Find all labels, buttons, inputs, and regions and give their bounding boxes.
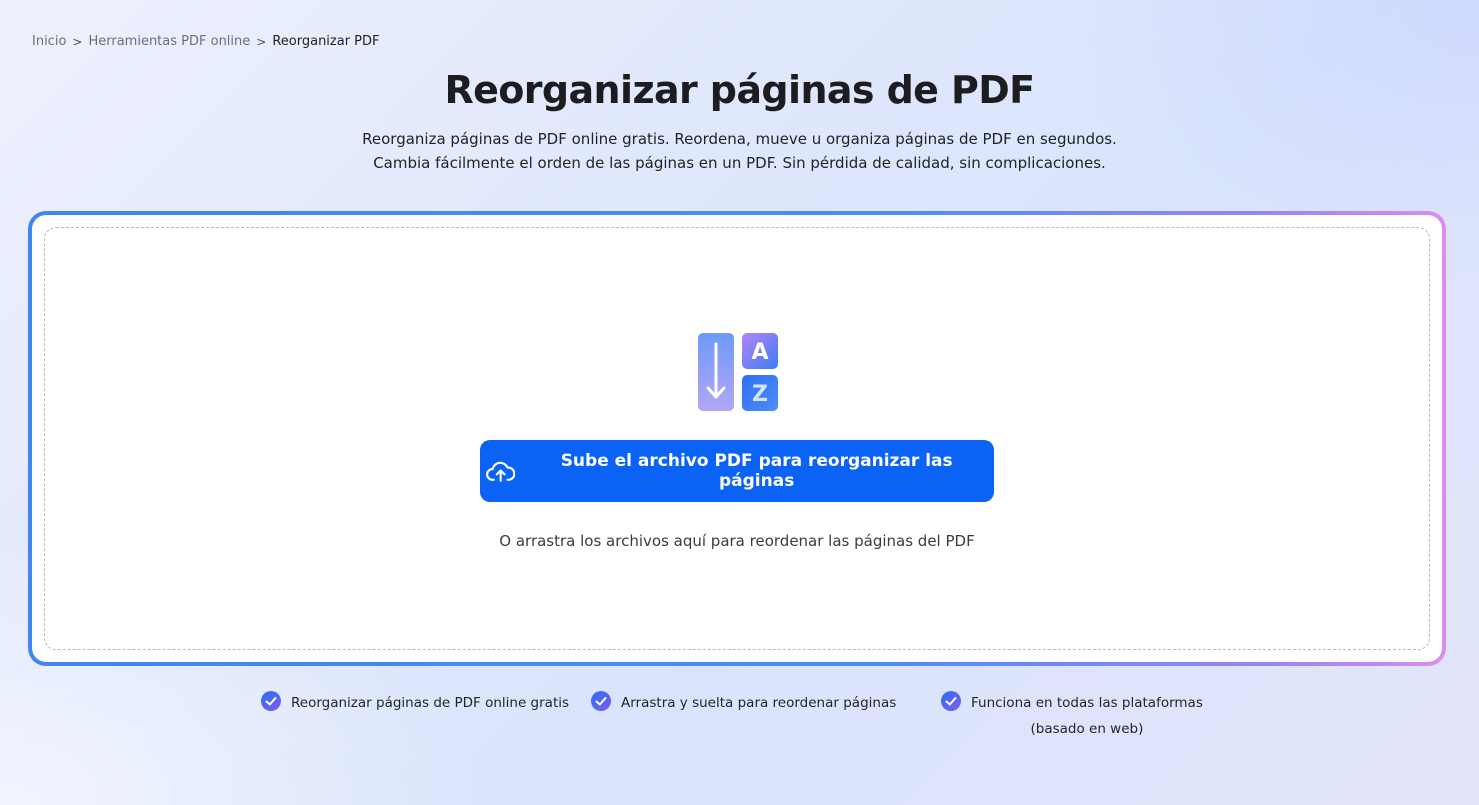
- sort-letter-z: Z: [752, 382, 768, 407]
- feature-text: Reorganizar páginas de PDF online gratis: [291, 690, 569, 716]
- feature-line: Funciona en todas las plataformas: [971, 695, 1203, 711]
- feature-list: Reorganizar páginas de PDF online gratis…: [0, 690, 1479, 750]
- upload-panel: A Z Sube el archivo PDF para reorganizar…: [28, 211, 1446, 666]
- feature-item: Funciona en todas las plataformas (basad…: [941, 690, 1203, 742]
- page-title: Reorganizar páginas de PDF: [444, 68, 1035, 112]
- sort-a-z-icon: A Z: [698, 333, 778, 411]
- feature-line-secondary: (basado en web): [1030, 721, 1144, 737]
- breadcrumb-separator: >: [72, 34, 83, 49]
- feature-text: Arrastra y suelta para reordenar páginas: [621, 690, 896, 716]
- breadcrumb: Inicio > Herramientas PDF online > Reorg…: [32, 34, 380, 49]
- cloud-upload-icon: [486, 461, 516, 482]
- subtitle-line-1: Reorganiza páginas de PDF online gratis.…: [362, 130, 1117, 148]
- drop-hint: O arrastra los archivos aquí para reorde…: [499, 532, 975, 550]
- breadcrumb-link-herramientas[interactable]: Herramientas PDF online: [88, 34, 250, 49]
- upload-panel-inner: A Z Sube el archivo PDF para reorganizar…: [32, 215, 1442, 662]
- upload-pdf-button-label: Sube el archivo PDF para reorganizar las…: [560, 451, 953, 491]
- upload-pdf-button[interactable]: Sube el archivo PDF para reorganizar las…: [480, 440, 994, 502]
- feature-item: Arrastra y suelta para reordenar páginas: [591, 690, 896, 716]
- subtitle-line-2: Cambia fácilmente el orden de las página…: [373, 154, 1106, 172]
- feature-line: Reorganizar páginas de PDF online gratis: [291, 695, 570, 711]
- sort-letter-a: A: [751, 340, 768, 365]
- feature-item: Reorganizar páginas de PDF online gratis: [261, 690, 569, 716]
- feature-text: Funciona en todas las plataformas (basad…: [971, 690, 1203, 742]
- check-circle-icon: [261, 691, 281, 711]
- breadcrumb-current: Reorganizar PDF: [272, 34, 380, 49]
- check-circle-icon: [591, 691, 611, 711]
- page-subtitle: Reorganiza páginas de PDF online gratis.…: [0, 127, 1479, 175]
- feature-line: Arrastra y suelta para reordenar páginas: [621, 695, 897, 711]
- breadcrumb-separator: >: [256, 34, 267, 49]
- breadcrumb-link-inicio[interactable]: Inicio: [32, 34, 66, 49]
- check-circle-icon: [941, 691, 961, 711]
- file-dropzone[interactable]: A Z Sube el archivo PDF para reorganizar…: [44, 227, 1430, 650]
